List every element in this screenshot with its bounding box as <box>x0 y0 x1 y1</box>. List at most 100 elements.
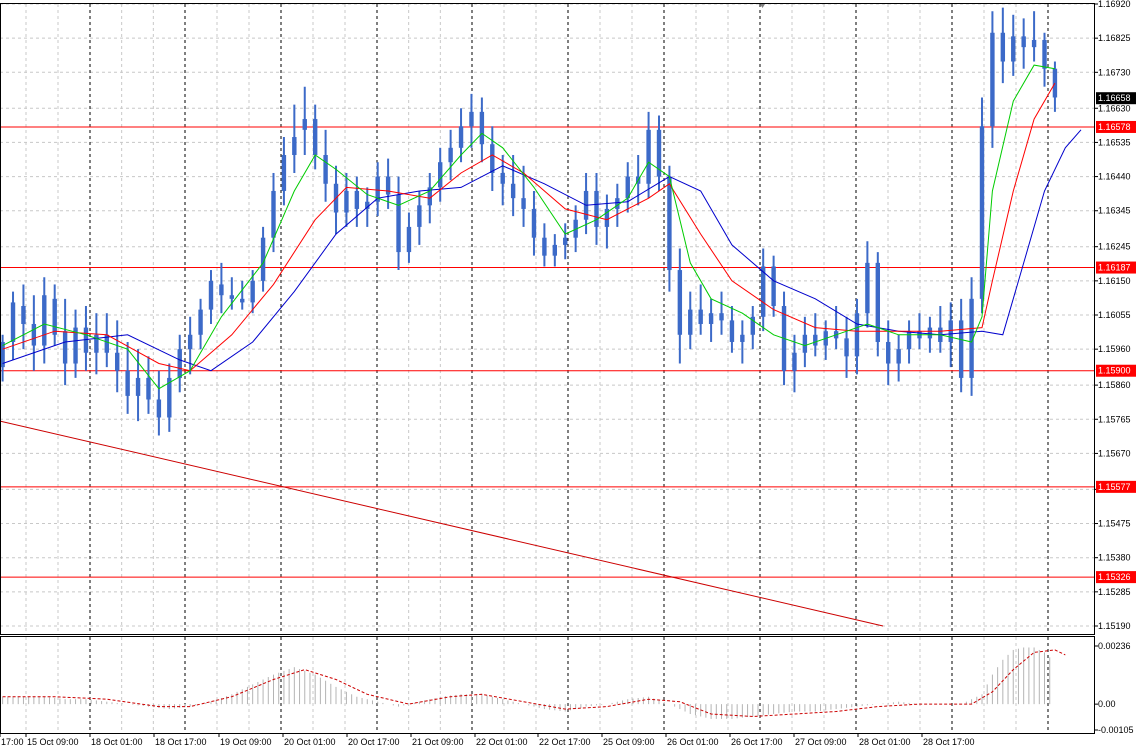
candle-body <box>667 176 672 271</box>
candle <box>979 97 985 314</box>
candle-body <box>563 237 568 245</box>
y-tick-label: 1.15285 <box>1098 587 1131 597</box>
candle-body <box>521 198 526 209</box>
y-tick-label: 1.16825 <box>1098 33 1131 43</box>
x-tick-label: 19 Oct 09:00 <box>220 737 272 747</box>
candle-body <box>62 331 68 364</box>
y-tick-label: 1.15765 <box>1098 414 1131 424</box>
osc-y-tick-label: 0.00236 <box>1098 641 1131 651</box>
candle-body <box>1021 36 1026 48</box>
x-tick-label: 20 Oct 01:00 <box>284 737 336 747</box>
y-tick-label: 1.16055 <box>1098 310 1131 320</box>
y-tick-label: 1.15960 <box>1098 344 1131 354</box>
candle-body <box>500 172 505 184</box>
y-tick-label: 1.15380 <box>1098 553 1131 563</box>
x-tick-label: 28 Oct 17:00 <box>923 737 975 747</box>
candle-body <box>208 280 214 310</box>
y-tick-label: 1.16730 <box>1098 67 1131 77</box>
candle-body <box>146 377 151 400</box>
candle-body <box>875 262 881 342</box>
trading-chart[interactable]: 1.16920 1.16825 1.16730 1.16630 1.16535 1.164… <box>0 0 1140 754</box>
candle-body <box>865 262 870 314</box>
candle-body <box>156 399 162 418</box>
level-price-label: 1.15577 <box>1098 482 1131 492</box>
candle-body <box>802 334 808 353</box>
y-tick-label: 1.15190 <box>1098 621 1131 631</box>
candle-body <box>792 352 797 371</box>
x-tick-label: 26 Oct 01:00 <box>667 737 719 747</box>
candle-body <box>229 295 235 299</box>
x-tick-label: 22 Oct 17:00 <box>539 737 591 747</box>
candle-body <box>10 302 16 342</box>
y-tick-label: 1.16440 <box>1098 172 1131 182</box>
candle-body <box>542 237 547 256</box>
candle-body <box>396 194 401 253</box>
candle-body <box>312 119 318 156</box>
x-tick-label: 25 Oct 09:00 <box>603 737 655 747</box>
candle-body <box>698 309 703 324</box>
osc-y-tick-label: -0.00105 <box>1098 725 1134 735</box>
candle-body <box>219 284 224 296</box>
candle-body <box>688 309 693 335</box>
candle-body <box>135 377 141 396</box>
candle-body <box>438 162 443 188</box>
x-tick-label: 18 Oct 01:00 <box>91 737 143 747</box>
candle-body <box>458 126 464 148</box>
candle-body <box>292 137 297 156</box>
osc-y-tick-label: 0.00 <box>1098 699 1116 709</box>
x-tick-label: 15 Oct 09:00 <box>27 737 79 747</box>
y-tick-label: 1.16535 <box>1098 137 1131 147</box>
candle-body <box>240 298 245 303</box>
candle-body <box>886 341 891 364</box>
candle-body <box>594 190 599 227</box>
y-tick-label: 1.16150 <box>1098 276 1131 286</box>
level-price-label: 1.16578 <box>1098 122 1131 132</box>
x-tick-label: 27 Oct 09:00 <box>795 737 847 747</box>
candle-body <box>990 32 995 127</box>
candle-body <box>531 208 537 238</box>
candle-body <box>729 320 735 342</box>
candle-body <box>948 320 953 342</box>
candle-body <box>479 111 485 145</box>
candle-body <box>510 183 516 199</box>
candle-body <box>177 349 182 378</box>
x-tick-label: 20 Oct 17:00 <box>348 737 400 747</box>
current-price-label: 1.16658 <box>1098 93 1131 103</box>
candle-body <box>979 126 985 299</box>
candle-body <box>198 309 203 335</box>
candle-body <box>1011 36 1016 62</box>
x-tick-label: 28 Oct 01:00 <box>859 737 911 747</box>
candle-body <box>354 190 360 209</box>
x-tick-label: 21 Oct 09:00 <box>412 737 464 747</box>
candle-body <box>271 190 276 238</box>
candle-body <box>615 198 620 209</box>
candle-body <box>552 244 558 256</box>
candle-body <box>187 334 193 350</box>
y-tick-label: 1.15860 <box>1098 380 1131 390</box>
candle-body <box>760 266 766 317</box>
candle-body <box>323 155 328 184</box>
candle-body <box>344 190 349 213</box>
y-tick-label: 1.15475 <box>1098 519 1131 529</box>
x-tick-label: 18 Oct 17:00 <box>155 737 207 747</box>
x-tick-label: 17:00 <box>1 737 24 747</box>
candle-body <box>42 295 47 346</box>
candle-body <box>740 334 745 342</box>
x-tick-label: 22 Oct 01:00 <box>476 737 528 747</box>
candle-body <box>813 334 818 346</box>
candle-body <box>281 155 287 191</box>
chart-background <box>0 0 1140 754</box>
price-axis: 1.16920 1.16825 1.16730 1.16630 1.16535 1.164… <box>1094 0 1136 735</box>
candle-body <box>31 323 37 346</box>
candle-body <box>1052 68 1058 98</box>
candle-body <box>844 338 849 357</box>
candle-body <box>406 226 412 253</box>
candle-body <box>1000 32 1006 62</box>
candle-body <box>708 313 714 324</box>
candle-body <box>854 313 860 357</box>
candle-body <box>1031 39 1037 48</box>
candle-body <box>250 280 255 303</box>
candle-body <box>21 306 26 324</box>
candle-body <box>771 266 776 307</box>
candle-body <box>448 147 453 163</box>
